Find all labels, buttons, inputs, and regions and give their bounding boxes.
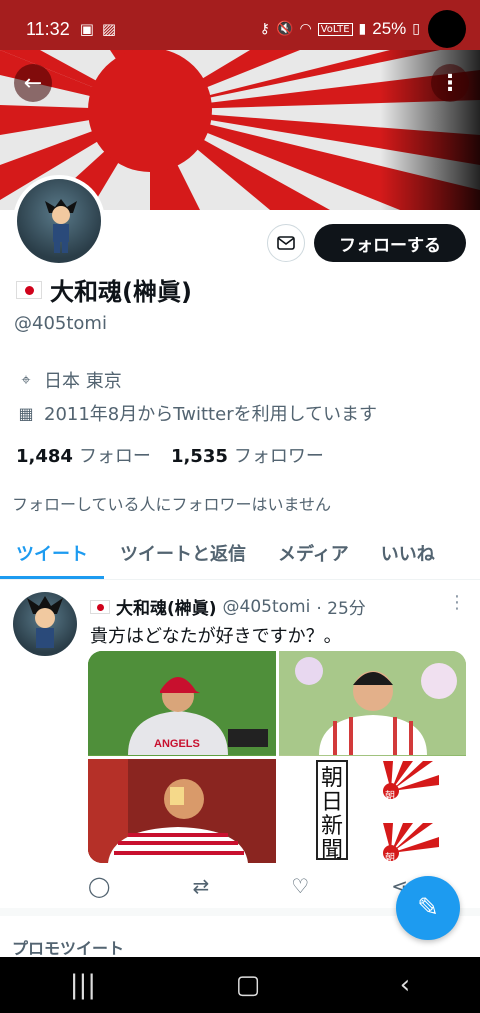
image-icon: ▨ — [101, 20, 117, 38]
android-nav-bar: ||| ▢ ‹ — [0, 957, 480, 1013]
asahi-char-3: 新 — [321, 814, 343, 839]
asahi-flag-top: 朝 — [382, 760, 439, 802]
baseball-player-image: ANGELS — [88, 651, 276, 755]
profile-avatar[interactable] — [13, 175, 105, 267]
status-time: 11:32 — [26, 18, 70, 39]
arrow-left-icon: ← — [23, 70, 43, 96]
no-mutual-followers-text: フォローしている人にフォロワーはいません — [12, 495, 332, 514]
profile-name: 大和魂(榊眞) — [16, 272, 192, 307]
envelope-icon — [277, 236, 295, 250]
tweet-author-name[interactable]: 大和魂(榊眞) — [116, 594, 217, 619]
following-label: フォロー — [78, 446, 151, 467]
profile-screen: 11:32 ▣ ▨ ⚷ 🔇 ◠ VoLTE ▮ 25% ▯ ← ⋮ フォローする… — [0, 0, 480, 1013]
avatar-character-image — [45, 199, 77, 253]
tab-tweets-and-replies[interactable]: ツイートと返信 — [104, 528, 262, 579]
profile-location: ⌖ 日本 東京 — [16, 367, 122, 393]
message-button[interactable] — [267, 224, 305, 262]
location-pin-icon: ⌖ — [21, 370, 31, 389]
joined-text: 2011年8月からTwitterを利用しています — [44, 404, 378, 425]
status-left-icons: ▣ ▨ — [80, 20, 116, 38]
asahi-flag-char: 朝 — [385, 790, 395, 802]
smiling-man-image — [278, 651, 466, 755]
tweet-avatar[interactable] — [13, 592, 77, 656]
tweet-author-handle: @405tomi — [222, 596, 311, 617]
tweet-image-man-drinking[interactable] — [88, 758, 276, 863]
profile-name-text: 大和魂(榊眞) — [50, 278, 192, 306]
asahi-flag-char-2: 朝 — [385, 852, 395, 863]
tab-tweets[interactable]: ツイート — [0, 528, 104, 579]
retweet-icon[interactable]: ⇄ — [192, 874, 209, 898]
tweet-image-asahi-shimbun[interactable]: 朝 日 新 聞 朝 朝 — [278, 758, 466, 863]
compose-tweet-button[interactable]: ✎ — [396, 876, 460, 940]
key-icon: ⚷ — [259, 21, 271, 37]
tweet-time: · 25分 — [316, 599, 366, 619]
reply-icon[interactable]: ◯ — [88, 874, 110, 898]
feather-plus-icon: ✎ — [417, 893, 439, 923]
japan-flag-icon — [90, 599, 110, 614]
tab-media[interactable]: メディア — [262, 528, 365, 579]
tweet-image-man-smiling[interactable] — [278, 651, 466, 756]
followers-link[interactable]: 1,535 フォロワー — [171, 442, 324, 468]
battery-icon: ▯ — [412, 21, 420, 37]
tab-likes[interactable]: いいね — [365, 528, 451, 579]
angels-jersey-text: ANGELS — [154, 738, 200, 750]
tweet-more-icon[interactable]: ⋮ — [448, 592, 466, 613]
wifi-icon: ◠ — [299, 21, 312, 37]
followers-count: 1,535 — [170, 446, 228, 467]
profile-tabs: ツイート ツイートと返信 メディア いいね — [0, 528, 480, 580]
asahi-shimbun-image: 朝 日 新 聞 朝 朝 — [278, 758, 466, 863]
tweet-image-baseball-player[interactable]: ANGELS — [88, 651, 276, 756]
follow-counts: 1,484 フォロー 1,535 フォロワー — [16, 442, 324, 468]
asahi-char-1: 朝 — [321, 766, 343, 791]
mute-icon: 🔇 — [276, 21, 294, 37]
profile-handle: @405tomi — [14, 313, 107, 334]
recent-apps-icon[interactable]: ||| — [70, 970, 96, 1000]
signal-icon: ▮ — [358, 21, 367, 37]
followers-label: フォロワー — [233, 446, 324, 467]
tweet-avatar-image — [27, 596, 63, 648]
status-right-icons: ⚷ 🔇 ◠ VoLTE ▮ 25% ▯ — [260, 19, 420, 39]
tweet-actions: ◯ ⇄ ♡ ⋖ — [88, 874, 408, 898]
profile-joined: ▦ 2011年8月からTwitterを利用しています — [16, 400, 377, 426]
vertical-dots-icon: ⋮ — [439, 70, 461, 96]
home-icon[interactable]: ▢ — [236, 970, 261, 1000]
follow-button[interactable]: フォローする — [314, 224, 466, 262]
promoted-tweet-label: プロモツイート — [12, 939, 125, 958]
location-text: 日本 東京 — [44, 371, 122, 392]
japan-flag-icon — [16, 280, 42, 299]
back-nav-icon[interactable]: ‹ — [400, 970, 410, 1000]
tweet-media-grid: ANGELS 朝 日 新 聞 朝 朝 — [88, 651, 466, 863]
battery-percent: 25% — [372, 19, 407, 38]
like-icon[interactable]: ♡ — [291, 874, 309, 898]
tweet-header: 大和魂(榊眞) @405tomi · 25分 — [90, 594, 366, 619]
back-button[interactable]: ← — [14, 64, 52, 102]
asahi-char-4: 聞 — [321, 838, 343, 863]
tv-icon: ▣ — [79, 20, 94, 38]
tweet-text: 貴方はどなたが好きですか？。 — [90, 626, 342, 647]
following-count: 1,484 — [16, 446, 73, 467]
volte-icon: VoLTE — [317, 22, 353, 36]
asahi-char-2: 日 — [321, 790, 343, 815]
following-link[interactable]: 1,484 フォロー — [16, 442, 151, 468]
camera-cutout — [428, 10, 466, 48]
more-options-button[interactable]: ⋮ — [431, 64, 469, 102]
drinking-man-image — [88, 758, 276, 863]
calendar-icon: ▦ — [18, 403, 34, 423]
